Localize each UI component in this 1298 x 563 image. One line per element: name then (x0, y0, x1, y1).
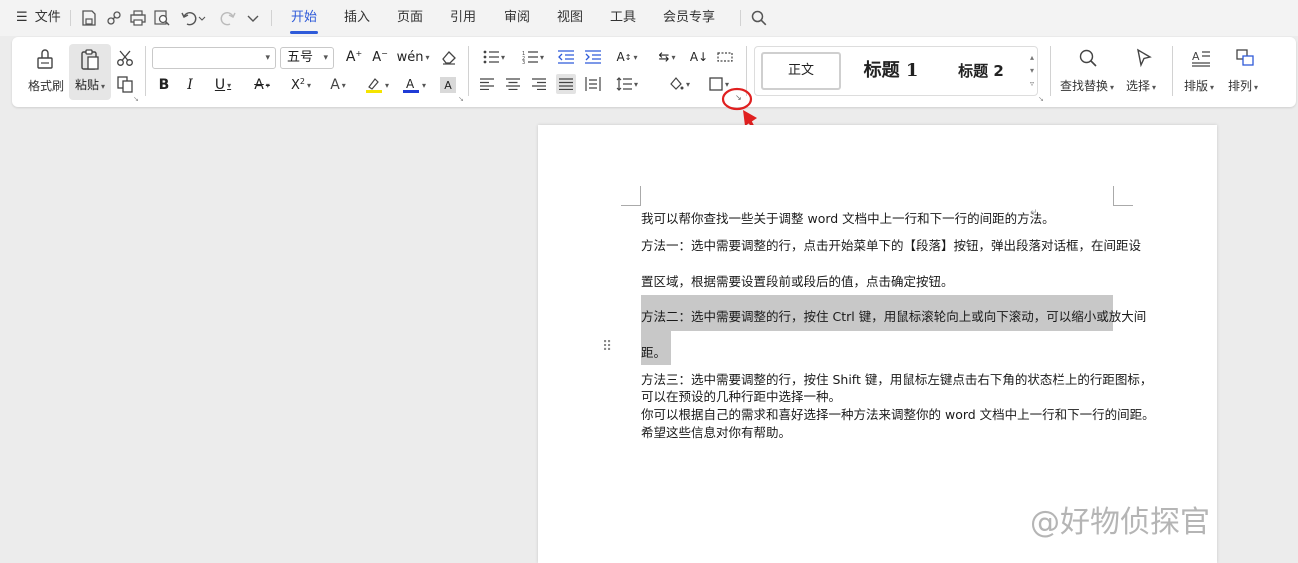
arrange-button[interactable]: 排列 ▾ (1228, 77, 1258, 94)
strikethrough-icon[interactable]: A ▾ (248, 76, 276, 94)
chevron-down-icon: ▾ (323, 53, 328, 63)
sort-icon[interactable]: A↓ (690, 48, 708, 66)
tab-tools[interactable]: 工具 (610, 0, 636, 36)
format-painter-icon[interactable] (32, 47, 58, 73)
print-icon[interactable] (129, 9, 147, 27)
align-left-icon[interactable] (479, 76, 495, 92)
styles-gallery: 正文 标题 1 标题 2 ▴ ▾ ▿ (754, 46, 1038, 96)
select-button[interactable]: 选择 ▾ (1126, 77, 1156, 94)
layout-icon[interactable]: A (1190, 47, 1212, 69)
svg-text:3: 3 (522, 60, 525, 64)
tab-view[interactable]: 视图 (557, 0, 583, 36)
cut-icon[interactable] (116, 49, 134, 67)
bullet-list-icon[interactable]: ▾ (479, 48, 509, 66)
clipboard-launcher-icon[interactable]: ↘ (133, 95, 139, 103)
font-size-value: 五号 (287, 50, 314, 65)
text-effect-icon[interactable]: A ▾ (323, 76, 353, 94)
chevron-down-icon: ▾ (265, 53, 270, 63)
phonetic-guide-icon[interactable]: wén ▾ (397, 48, 430, 66)
increase-indent-icon[interactable] (584, 48, 602, 66)
align-center-icon[interactable] (505, 76, 521, 92)
drag-handle-icon[interactable]: ⠿ (602, 339, 612, 355)
margin-corner-mark (621, 186, 641, 206)
highlight-swatch (365, 90, 382, 93)
paragraph-method-1-line-2[interactable]: 置区域，根据需要设置段前或段后的值，点击确定按钮。 (641, 271, 954, 290)
find-replace-button[interactable]: 查找替换 ▾ (1060, 77, 1114, 94)
decrease-indent-icon[interactable] (557, 48, 575, 66)
distributed-align-icon[interactable] (584, 76, 602, 92)
margin-corner-mark (1113, 186, 1133, 206)
paragraph-method-3-line-2[interactable]: 可以在预设的几种行距中选择一种。 (641, 386, 841, 405)
paragraph-summary[interactable]: 你可以根据自己的需求和喜好选择一种方法来调整你的 word 文档中上一行和下一行… (641, 404, 1155, 423)
tab-insert[interactable]: 插入 (344, 0, 370, 36)
font-size-select[interactable]: 五号 ▾ (280, 47, 334, 69)
align-right-icon[interactable] (531, 76, 547, 92)
underline-icon[interactable]: U ▾ (209, 76, 237, 94)
paste-button[interactable]: 粘贴 ▾ (69, 44, 111, 100)
svg-text:A: A (406, 77, 415, 91)
active-tab-indicator (290, 31, 318, 34)
increase-font-icon[interactable]: A + (345, 48, 363, 66)
hamburger-icon: ☰ (16, 10, 28, 25)
svg-text:A: A (1192, 50, 1200, 63)
save-icon[interactable] (80, 9, 98, 27)
decrease-font-icon[interactable]: A − (371, 48, 389, 66)
quick-access-more-icon[interactable] (244, 9, 262, 27)
font-launcher-icon[interactable]: ↘ (458, 95, 464, 103)
tab-references[interactable]: 引用 (450, 0, 476, 36)
format-painter-label: 格式刷 (28, 79, 65, 93)
bold-icon[interactable]: B (156, 76, 172, 94)
shading-icon[interactable]: ▾ (664, 75, 694, 93)
print-preview-icon[interactable] (153, 9, 171, 27)
text-direction-icon[interactable]: A ↕ ▾ (612, 48, 642, 66)
line-break-icon[interactable]: ⇆ ▾ (652, 48, 682, 66)
show-marks-icon[interactable] (716, 48, 734, 66)
superscript-icon[interactable]: X 2 ▾ (286, 76, 316, 94)
tab-review[interactable]: 审阅 (504, 0, 530, 36)
arrange-icon[interactable] (1234, 47, 1256, 69)
select-cursor-icon[interactable] (1133, 47, 1155, 69)
find-replace-icon[interactable] (1077, 47, 1099, 69)
more-styles-icon: ▿ (1029, 79, 1034, 88)
share-icon[interactable] (105, 9, 123, 27)
highlight-color-icon[interactable]: ▾ (362, 75, 392, 95)
paragraph-method-2-line-2[interactable]: 距。 (641, 342, 666, 361)
font-name-select[interactable]: ▾ (152, 47, 276, 69)
chevron-up-icon: ▴ (1029, 53, 1034, 62)
numbered-list-icon[interactable]: 1 2 3 ▾ (518, 48, 548, 66)
line-spacing-icon[interactable]: ▾ (612, 75, 642, 93)
tab-member[interactable]: 会员专享 (663, 0, 715, 36)
watermark: @好物侦探官 (1030, 505, 1210, 540)
italic-icon[interactable]: I (182, 76, 198, 94)
clear-format-icon[interactable] (440, 48, 458, 66)
style-heading-2[interactable]: 标题 2 (941, 52, 1021, 90)
char-shading-icon[interactable]: A (440, 77, 456, 93)
paragraph-method-1-line-1[interactable]: 方法一：选中需要调整的行，点击开始菜单下的【段落】按钮，弹出段落对话框，在间距设 (641, 235, 1141, 254)
layout-button[interactable]: 排版 ▾ (1184, 77, 1214, 94)
paragraph-method-2-line-1[interactable]: 方法二：选中需要调整的行，按住 Ctrl 键，用鼠标滚轮向上或向下滚动，可以缩小… (641, 306, 1146, 325)
redo-icon[interactable] (219, 9, 237, 27)
paragraph-intro[interactable]: 我可以帮你查找一些关于调整 word 文档中上一行和下一行的间距的方法。 (641, 208, 1055, 227)
tab-page[interactable]: 页面 (397, 0, 423, 36)
styles-launcher-icon[interactable]: ↘ (1038, 95, 1044, 103)
file-menu-label: 文件 (34, 10, 61, 25)
file-menu[interactable]: ☰ 文件 (16, 0, 61, 36)
search-icon[interactable] (750, 9, 768, 27)
undo-icon[interactable] (180, 9, 206, 27)
chevron-down-icon: ▾ (1029, 66, 1034, 75)
paragraph-mark-icon: ↵ (1030, 208, 1038, 218)
paste-label: 粘贴 (74, 78, 99, 92)
copy-icon[interactable] (116, 75, 134, 93)
menu-bar: ☰ 文件 开始 插入 页面 引用 审阅 视图 工具 会员专享 (0, 0, 1298, 36)
paste-icon (81, 49, 99, 70)
style-normal[interactable]: 正文 (761, 52, 841, 90)
style-heading-1[interactable]: 标题 1 (851, 52, 931, 90)
paragraph-closing[interactable]: 希望这些信息对你有帮助。 (641, 422, 791, 441)
font-color-icon[interactable]: A ▾ (399, 75, 429, 95)
justify-icon[interactable] (556, 74, 576, 94)
styles-scroll[interactable]: ▴ ▾ ▿ (1030, 51, 1034, 90)
